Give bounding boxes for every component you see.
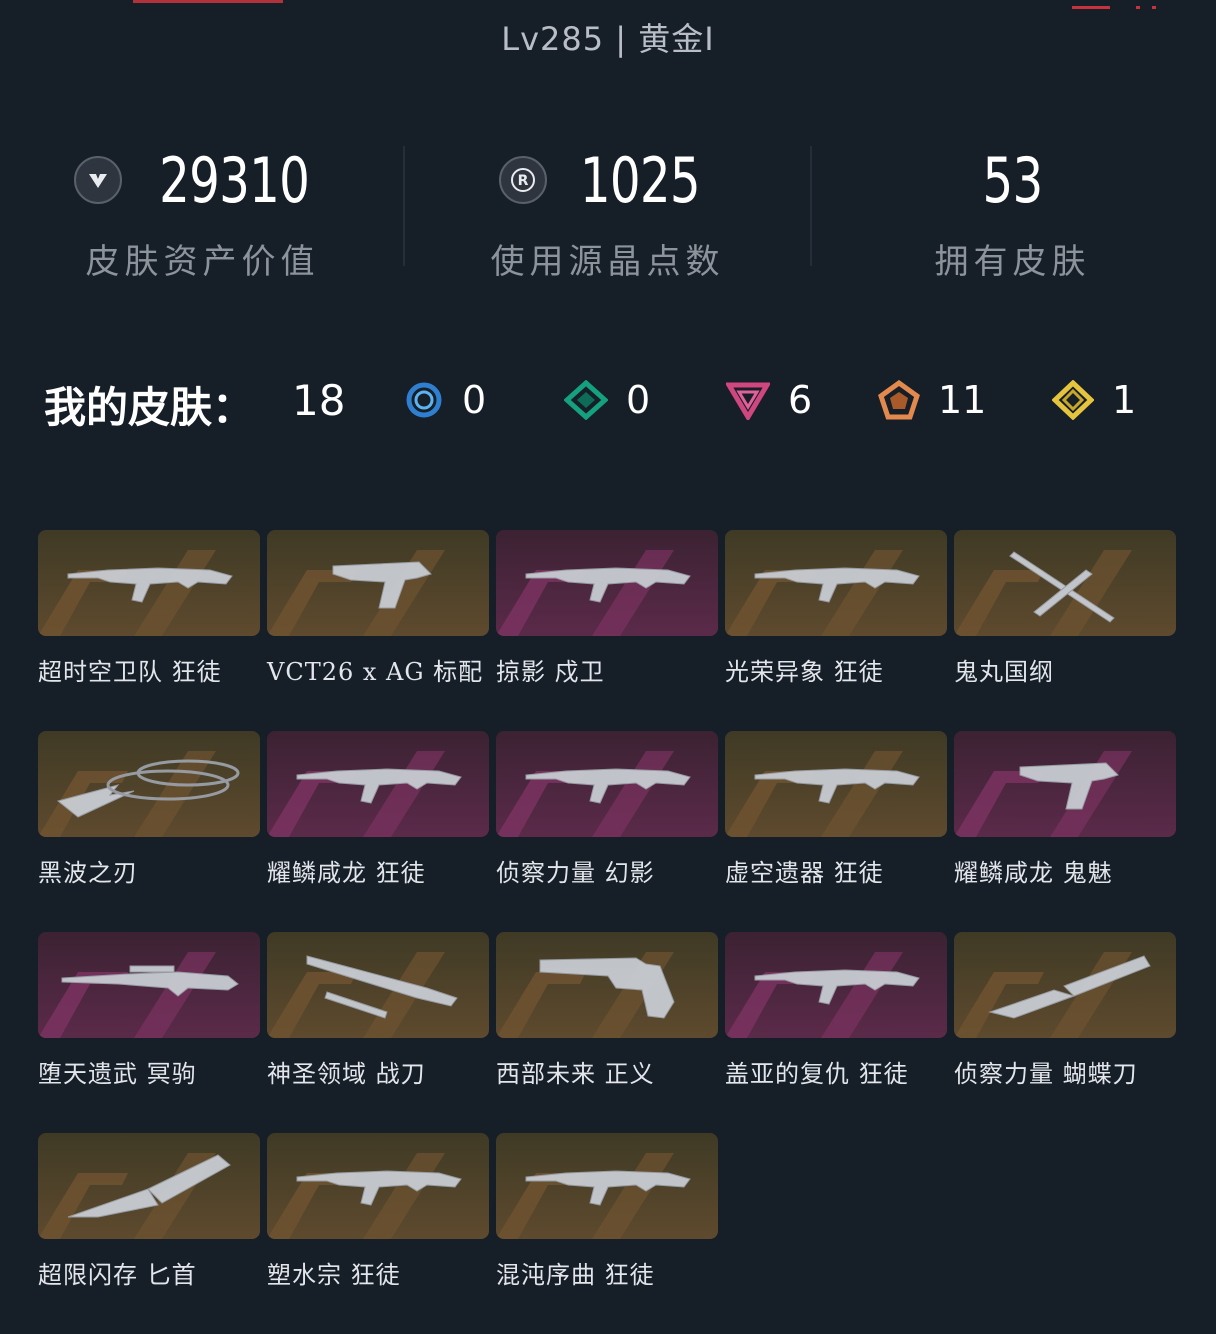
premium-tier-icon xyxy=(726,382,770,420)
skin-card[interactable]: 光荣异象 狂徒 xyxy=(725,530,947,687)
skin-image xyxy=(496,731,718,837)
skin-name: 虚空遗器 狂徒 xyxy=(725,859,884,887)
stat-owned-skins: 53 拥有皮肤 xyxy=(810,140,1215,290)
stat-value: 53 xyxy=(982,143,1044,217)
top-accent-bar xyxy=(1072,6,1110,9)
skin-card[interactable]: 侦察力量 幻影 xyxy=(496,731,718,888)
skin-image xyxy=(496,530,718,636)
skin-image xyxy=(38,530,260,636)
skin-card[interactable]: 黑波之刃 xyxy=(38,731,260,888)
skin-image xyxy=(38,731,260,837)
skin-name: 黑波之刃 xyxy=(38,859,138,887)
exclusive-tier-icon xyxy=(878,380,920,420)
skin-name: 神圣领域 战刀 xyxy=(267,1060,426,1088)
skin-summary-total: 18 xyxy=(292,376,346,425)
skin-card[interactable]: 超限闪存 匕首 xyxy=(38,1133,260,1290)
top-accent-dots xyxy=(1136,6,1158,9)
skin-image xyxy=(725,731,947,837)
skin-image xyxy=(725,932,947,1038)
skin-name: VCT26 x AG 标配 xyxy=(267,658,484,686)
stat-label: 使用源晶点数 xyxy=(490,242,725,282)
skin-summary-title: 我的皮肤： xyxy=(44,383,255,432)
skin-card[interactable]: 鬼丸国纲 xyxy=(954,530,1176,687)
skin-name: 耀鳞咸龙 鬼魅 xyxy=(954,859,1113,887)
skin-name: 耀鳞咸龙 狂徒 xyxy=(267,859,426,887)
valorant-points-icon xyxy=(74,156,123,204)
skin-card[interactable]: 塑水宗 狂徒 xyxy=(267,1133,489,1290)
skin-image xyxy=(496,1133,718,1239)
skin-card[interactable]: 堕天遗武 冥驹 xyxy=(38,932,260,1089)
skin-card[interactable]: 侦察力量 蝴蝶刀 xyxy=(954,932,1176,1089)
stat-label: 皮肤资产价值 xyxy=(85,242,320,282)
skin-image xyxy=(496,932,718,1038)
skin-name: 掠影 戍卫 xyxy=(496,658,605,686)
skin-name: 盖亚的复仇 狂徒 xyxy=(725,1060,909,1088)
radianite-points-icon: R xyxy=(498,156,547,204)
skin-card[interactable]: 虚空遗器 狂徒 xyxy=(725,731,947,888)
stat-value: 1025 xyxy=(579,143,701,217)
stat-value: 29310 xyxy=(159,143,311,217)
skin-name: 混沌序曲 狂徒 xyxy=(496,1261,655,1289)
player-level-rank: Lv285 | 黄金I xyxy=(501,20,715,58)
skin-card[interactable]: VCT26 x AG 标配 xyxy=(267,530,489,687)
tier-exclusive: 11 xyxy=(878,378,986,422)
skin-name: 超限闪存 匕首 xyxy=(38,1261,197,1289)
top-accent-bar xyxy=(133,0,283,3)
skin-image xyxy=(267,530,489,636)
skin-name: 侦察力量 幻影 xyxy=(496,859,655,887)
tier-count: 0 xyxy=(626,378,651,422)
skin-image xyxy=(954,731,1176,837)
deluxe-tier-icon xyxy=(564,380,608,420)
skin-image xyxy=(954,530,1176,636)
skin-image xyxy=(38,932,260,1038)
skin-card[interactable]: 掠影 戍卫 xyxy=(496,530,718,687)
skin-name: 光荣异象 狂徒 xyxy=(725,658,884,686)
skin-card[interactable]: 耀鳞咸龙 鬼魅 xyxy=(954,731,1176,888)
skin-image xyxy=(725,530,947,636)
tier-premium: 6 xyxy=(726,378,812,422)
tier-count: 6 xyxy=(788,378,813,422)
skin-card[interactable]: 混沌序曲 狂徒 xyxy=(496,1133,718,1290)
stat-skin-value: 29310 皮肤资产价值 xyxy=(0,140,405,290)
skin-name: 侦察力量 蝴蝶刀 xyxy=(954,1060,1138,1088)
skin-name: 塑水宗 狂徒 xyxy=(267,1261,401,1289)
tier-count: 0 xyxy=(462,378,487,422)
tier-deluxe: 0 xyxy=(564,378,650,422)
skin-card[interactable]: 耀鳞咸龙 狂徒 xyxy=(267,731,489,888)
skin-card[interactable]: 西部未来 正义 xyxy=(496,932,718,1089)
skin-summary: 我的皮肤： 18 0 0 6 11 1 xyxy=(0,372,1216,432)
skin-image xyxy=(954,932,1176,1038)
stat-label: 拥有皮肤 xyxy=(934,242,1091,282)
skin-image xyxy=(267,932,489,1038)
stats-panel: 29310 皮肤资产价值 R 1025 使用源晶点数 53 拥有皮肤 xyxy=(0,140,1216,290)
skin-name: 堕天遗武 冥驹 xyxy=(38,1060,197,1088)
ultra-tier-icon xyxy=(1052,380,1094,420)
tier-count: 11 xyxy=(938,378,987,422)
select-tier-icon xyxy=(406,382,442,418)
skin-card[interactable]: 超时空卫队 狂徒 xyxy=(38,530,260,687)
tier-ultra: 1 xyxy=(1052,378,1136,422)
tier-select: 0 xyxy=(404,378,486,422)
skin-card[interactable]: 盖亚的复仇 狂徒 xyxy=(725,932,947,1089)
skin-image xyxy=(267,1133,489,1239)
skin-name: 西部未来 正义 xyxy=(496,1060,655,1088)
svg-text:R: R xyxy=(517,173,528,189)
tier-count: 1 xyxy=(1112,378,1137,422)
skin-card[interactable]: 神圣领域 战刀 xyxy=(267,932,489,1089)
skin-name: 鬼丸国纲 xyxy=(954,658,1054,686)
stat-radianite: R 1025 使用源晶点数 xyxy=(405,140,810,290)
skin-image xyxy=(267,731,489,837)
skin-name: 超时空卫队 狂徒 xyxy=(38,658,222,686)
skin-image xyxy=(38,1133,260,1239)
